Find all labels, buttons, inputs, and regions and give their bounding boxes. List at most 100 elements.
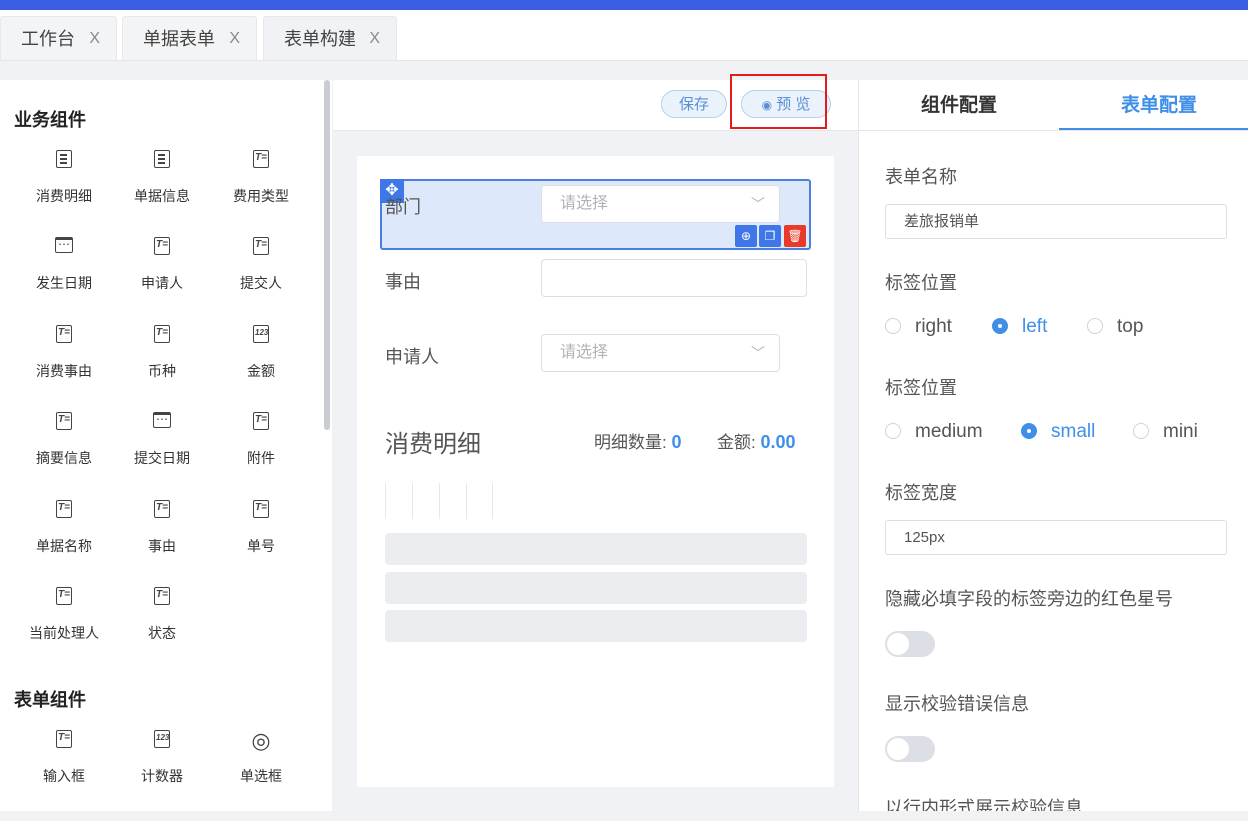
table-column-divider (466, 483, 467, 519)
chevron-down-icon: ﹀ (751, 196, 765, 212)
add-icon[interactable]: ⊕ (735, 225, 757, 247)
radio-small[interactable]: small (1021, 421, 1095, 443)
tab-label: 单据表单 (143, 29, 215, 49)
text-field-icon (112, 325, 212, 349)
tab-label: 表单构建 (284, 29, 356, 49)
show-error-toggle[interactable] (885, 736, 935, 762)
preview-highlight-box (730, 74, 827, 129)
close-icon[interactable]: X (89, 17, 100, 61)
number-icon (112, 730, 212, 754)
label-width-input[interactable]: 125px (885, 520, 1227, 555)
palette-item[interactable]: 费用类型 (211, 150, 311, 206)
size-label: 标签位置 (885, 378, 957, 398)
palette-item[interactable]: 申请人 (112, 237, 212, 293)
form-name-input[interactable]: 差旅报销单 (885, 204, 1227, 239)
radio-medium[interactable]: medium (885, 421, 983, 443)
tab-form-builder[interactable]: 表单构建 X (263, 16, 397, 60)
label-position-label: 标签位置 (885, 273, 957, 293)
top-brand-bar (0, 0, 1248, 10)
radio-icon: ◎ (251, 728, 271, 753)
tab-workbench[interactable]: 工作台 X (0, 16, 117, 60)
document-list-icon (14, 150, 114, 174)
table-column-divider (492, 483, 493, 519)
radio-icon (1087, 318, 1103, 334)
radio-checked-icon (1021, 423, 1037, 439)
component-palette: 业务组件 消费明细 单据信息 费用类型 发生日期 申请人 提交人 消费事由 币种… (0, 80, 332, 811)
palette-item[interactable]: 单据名称 (14, 500, 114, 556)
hide-required-label: 隐藏必填字段的标签旁边的红色星号 (885, 589, 1173, 609)
tab-label: 工作台 (21, 29, 75, 49)
palette-item[interactable]: 提交日期 (112, 412, 212, 468)
palette-item[interactable]: 计数器 (112, 730, 212, 786)
palette-item[interactable]: 摘要信息 (14, 412, 114, 468)
palette-item[interactable]: 单号 (211, 500, 311, 556)
calendar-icon (112, 412, 212, 436)
save-button[interactable]: 保存 (661, 90, 727, 118)
field-label-reason: 事由 (385, 272, 421, 292)
tab-component-config[interactable]: 组件配置 (859, 80, 1059, 130)
show-error-label: 显示校验错误信息 (885, 694, 1029, 714)
radio-left[interactable]: left (992, 316, 1047, 338)
palette-scrollbar[interactable] (324, 80, 330, 430)
palette-item[interactable]: 金额 (211, 325, 311, 381)
number-icon (211, 325, 311, 349)
palette-item[interactable]: 附件 (211, 412, 311, 468)
radio-checked-icon (992, 318, 1008, 334)
field-label-department: 部门 (385, 197, 421, 217)
chevron-down-icon: ﹀ (751, 345, 765, 361)
radio-right[interactable]: right (885, 316, 952, 338)
text-field-icon (211, 500, 311, 524)
palette-item[interactable]: 消费事由 (14, 325, 114, 381)
table-row-placeholder (385, 610, 807, 642)
text-field-icon (211, 150, 311, 174)
text-field-icon (211, 237, 311, 261)
close-icon[interactable]: X (369, 17, 380, 61)
palette-item[interactable]: 状态 (112, 587, 212, 643)
radio-mini[interactable]: mini (1133, 421, 1198, 443)
palette-item[interactable]: 币种 (112, 325, 212, 381)
hide-required-toggle[interactable] (885, 631, 935, 657)
text-field-icon (14, 412, 114, 436)
applicant-select[interactable]: 请选择 ﹀ (541, 334, 780, 372)
department-select[interactable]: 请选择 ﹀ (541, 185, 780, 223)
tab-bar: 工作台 X 单据表单 X 表单构建 X (0, 10, 1248, 61)
reason-input[interactable] (541, 259, 807, 297)
palette-item[interactable]: 输入框 (14, 730, 114, 786)
delete-icon[interactable]: 🗑 (784, 225, 806, 247)
detail-amount: 金额: 0.00 (717, 432, 796, 452)
palette-item[interactable]: 事由 (112, 500, 212, 556)
palette-item[interactable]: 提交人 (211, 237, 311, 293)
text-field-icon (14, 587, 114, 611)
form-canvas (357, 156, 834, 787)
text-field-icon (14, 325, 114, 349)
field-label-applicant: 申请人 (385, 347, 439, 367)
text-field-icon (112, 500, 212, 524)
form-components-title: 表单组件 (14, 690, 86, 710)
table-column-divider (385, 483, 386, 519)
document-list-icon (112, 150, 212, 174)
inline-error-label: 以行内形式展示校验信息 (885, 798, 1083, 811)
palette-item[interactable]: ◎ 单选框 (211, 730, 311, 786)
palette-item[interactable]: 单据信息 (112, 150, 212, 206)
config-panel: 组件配置 表单配置 表单名称 差旅报销单 标签位置 right left top… (858, 80, 1248, 811)
palette-item[interactable]: 当前处理人 (14, 587, 114, 643)
tab-divider (859, 130, 1248, 131)
table-column-divider (412, 483, 413, 519)
palette-item[interactable]: 发生日期 (14, 237, 114, 293)
radio-top[interactable]: top (1087, 316, 1143, 338)
text-field-icon (14, 730, 114, 754)
calendar-icon (14, 237, 114, 261)
text-field-icon (112, 587, 212, 611)
tab-document-form[interactable]: 单据表单 X (122, 16, 257, 60)
bottom-bar (0, 811, 1248, 821)
radio-icon (885, 423, 901, 439)
label-width-label: 标签宽度 (885, 483, 957, 503)
text-field-icon (14, 500, 114, 524)
detail-title: 消费明细 (385, 431, 481, 458)
radio-icon (1133, 423, 1149, 439)
close-icon[interactable]: X (229, 17, 240, 61)
table-column-divider (439, 483, 440, 519)
palette-item[interactable]: 消费明细 (14, 150, 114, 206)
copy-icon[interactable]: ❐ (759, 225, 781, 247)
tab-form-config[interactable]: 表单配置 (1059, 80, 1248, 130)
